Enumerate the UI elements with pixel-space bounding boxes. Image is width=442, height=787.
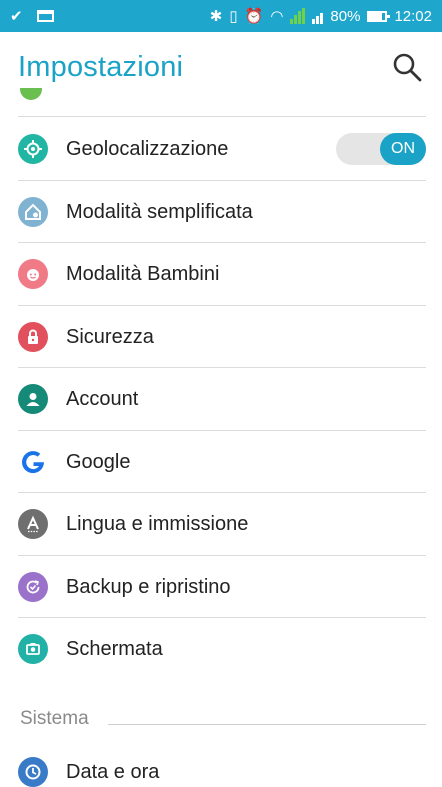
settings-item-label: Schermata: [66, 637, 163, 660]
settings-item-account[interactable]: Account: [0, 368, 442, 430]
backup-icon: [18, 572, 48, 602]
settings-item-label: Modalità semplificata: [66, 200, 253, 223]
settings-item-security[interactable]: Sicurezza: [0, 306, 442, 368]
window-notification-icon: [36, 10, 54, 22]
settings-item-geolocation[interactable]: Geolocalizzazione ON: [0, 118, 442, 180]
checkmark-notification-icon: ✔: [10, 7, 23, 25]
settings-item-label: Backup e ripristino: [66, 575, 231, 598]
alarm-icon: ⏰: [244, 7, 264, 25]
settings-item-language[interactable]: Lingua e immissione: [0, 493, 442, 555]
geolocation-toggle[interactable]: ON: [336, 133, 426, 165]
section-divider: [108, 724, 426, 725]
settings-item-kids-mode[interactable]: Modalità Bambini: [0, 243, 442, 305]
settings-item-label: Lingua e immissione: [66, 512, 249, 535]
settings-item-label: Data e ora: [66, 760, 160, 783]
app-bar: Impostazioni: [0, 32, 442, 102]
clock-time: 12:02: [394, 7, 432, 25]
settings-item-label: Geolocalizzazione: [66, 137, 229, 160]
google-icon: [18, 447, 48, 477]
settings-item-label: Account: [66, 387, 139, 410]
screenshot-icon: [18, 634, 48, 664]
signal-secondary-icon: [312, 8, 324, 24]
bluetooth-icon: ✱: [209, 7, 223, 25]
settings-item-date-time[interactable]: Data e ora: [0, 741, 442, 787]
settings-item-google[interactable]: Google: [0, 431, 442, 493]
kids-mode-icon: [18, 259, 48, 289]
settings-item-label: Sicurezza: [66, 325, 154, 348]
vibrate-icon: ▯: [229, 7, 238, 25]
settings-item-label: Google: [66, 450, 131, 473]
settings-item-easy-mode[interactable]: Modalità semplificata: [0, 181, 442, 243]
settings-item-label: Modalità Bambini: [66, 262, 220, 285]
settings-item-screenshot[interactable]: Schermata: [0, 618, 442, 680]
battery-percent: 80%: [330, 7, 361, 25]
location-crosshair-icon: [18, 134, 48, 164]
settings-item-backup[interactable]: Backup e ripristino: [0, 556, 442, 618]
page-title: Impostazioni: [18, 50, 184, 83]
wifi-icon: ◠: [270, 7, 284, 25]
partial-item-icon: [20, 88, 42, 100]
signal-strength-icon: [290, 8, 306, 24]
battery-icon: [367, 10, 391, 22]
lock-icon: [18, 322, 48, 352]
section-header-system: Sistema: [20, 708, 89, 729]
search-button[interactable]: [390, 50, 424, 84]
account-icon: [18, 384, 48, 414]
divider: [18, 116, 426, 117]
search-icon: [393, 53, 422, 82]
status-bar: ✔ ✱ ▯ ⏰ ◠ 80% 12:02: [0, 0, 442, 32]
clock-icon: [18, 757, 48, 787]
easy-mode-icon: [18, 197, 48, 227]
language-input-icon: [18, 509, 48, 539]
toggle-state: ON: [380, 133, 426, 165]
